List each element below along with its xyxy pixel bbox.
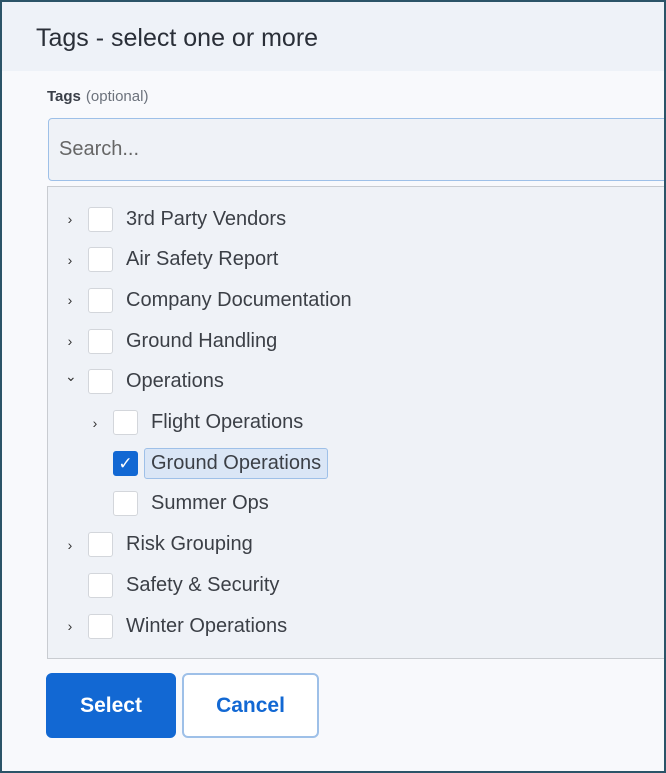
tree-item[interactable]: › Company Documentation [48, 282, 664, 318]
tree-item[interactable]: Summer Ops [48, 486, 664, 522]
chevron-right-icon[interactable]: › [65, 618, 75, 634]
select-button[interactable]: Select [46, 673, 176, 738]
tree-item-label[interactable]: Summer Ops [144, 488, 276, 519]
tree-item-label[interactable]: Flight Operations [144, 407, 310, 438]
check-icon: ✓ [118, 453, 133, 473]
checkbox[interactable] [88, 369, 113, 395]
checkbox[interactable] [88, 613, 113, 639]
tree-item[interactable]: ✓ Ground Operations [48, 445, 664, 481]
tree-item-label[interactable]: Air Safety Report [119, 244, 285, 275]
chevron-right-icon[interactable]: › [65, 537, 75, 553]
checkbox[interactable] [88, 328, 113, 354]
tree-item[interactable]: › Risk Grouping [48, 527, 664, 563]
checkbox[interactable] [88, 247, 113, 273]
tree-item-label[interactable]: Ground Operations [144, 447, 329, 479]
tree-item[interactable]: › Flight Operations [48, 405, 664, 441]
tree-item[interactable]: › Ground Handling [48, 323, 664, 359]
tree-item[interactable]: › 3rd Party Vendors [48, 201, 664, 237]
tree-item-label[interactable]: Operations [119, 366, 231, 397]
optional-hint: (optional) [85, 88, 149, 105]
tree-item-label[interactable]: Company Documentation [119, 285, 359, 316]
field-label: Tags [47, 88, 81, 105]
dialog-title: Tags - select one or more [36, 24, 319, 52]
chevron-right-icon[interactable]: › [65, 211, 75, 227]
tree-item[interactable]: › Air Safety Report [48, 242, 664, 278]
tree-item-label[interactable]: Winter Operations [119, 611, 294, 642]
checkbox[interactable] [113, 491, 138, 517]
tree-item-label[interactable]: Risk Grouping [119, 529, 260, 560]
checkbox-checked[interactable]: ✓ [113, 450, 138, 476]
checkbox[interactable] [88, 287, 113, 313]
tree-item-label[interactable]: Safety & Security [119, 570, 286, 601]
dialog-header: Tags - select one or more [2, 2, 664, 71]
chevron-down-icon[interactable]: ⌄ [65, 368, 77, 385]
tags-field-label: Tags (optional) [47, 88, 148, 105]
checkbox[interactable] [88, 206, 113, 232]
chevron-right-icon[interactable]: › [65, 333, 75, 349]
tag-tree[interactable]: › 3rd Party Vendors › Air Safety Report › Com… [47, 186, 664, 659]
tree-item[interactable]: Safety & Security [48, 567, 664, 603]
cancel-button[interactable]: Cancel [182, 673, 319, 738]
checkbox[interactable] [88, 532, 113, 558]
tags-dialog: Tags - select one or more Tags (optional)… [0, 0, 666, 773]
tree-item-label[interactable]: Ground Handling [119, 326, 284, 357]
chevron-right-icon[interactable]: › [65, 252, 75, 268]
checkbox[interactable] [113, 410, 138, 435]
tree-item[interactable]: ⌄ Operations [48, 364, 664, 400]
tree-item[interactable]: › Winter Operations [48, 608, 664, 644]
checkbox[interactable] [88, 572, 113, 598]
chevron-right-icon[interactable]: › [65, 292, 75, 308]
search-input[interactable] [48, 118, 664, 181]
chevron-right-icon[interactable]: › [90, 415, 100, 431]
tree-item-label[interactable]: 3rd Party Vendors [119, 204, 293, 235]
